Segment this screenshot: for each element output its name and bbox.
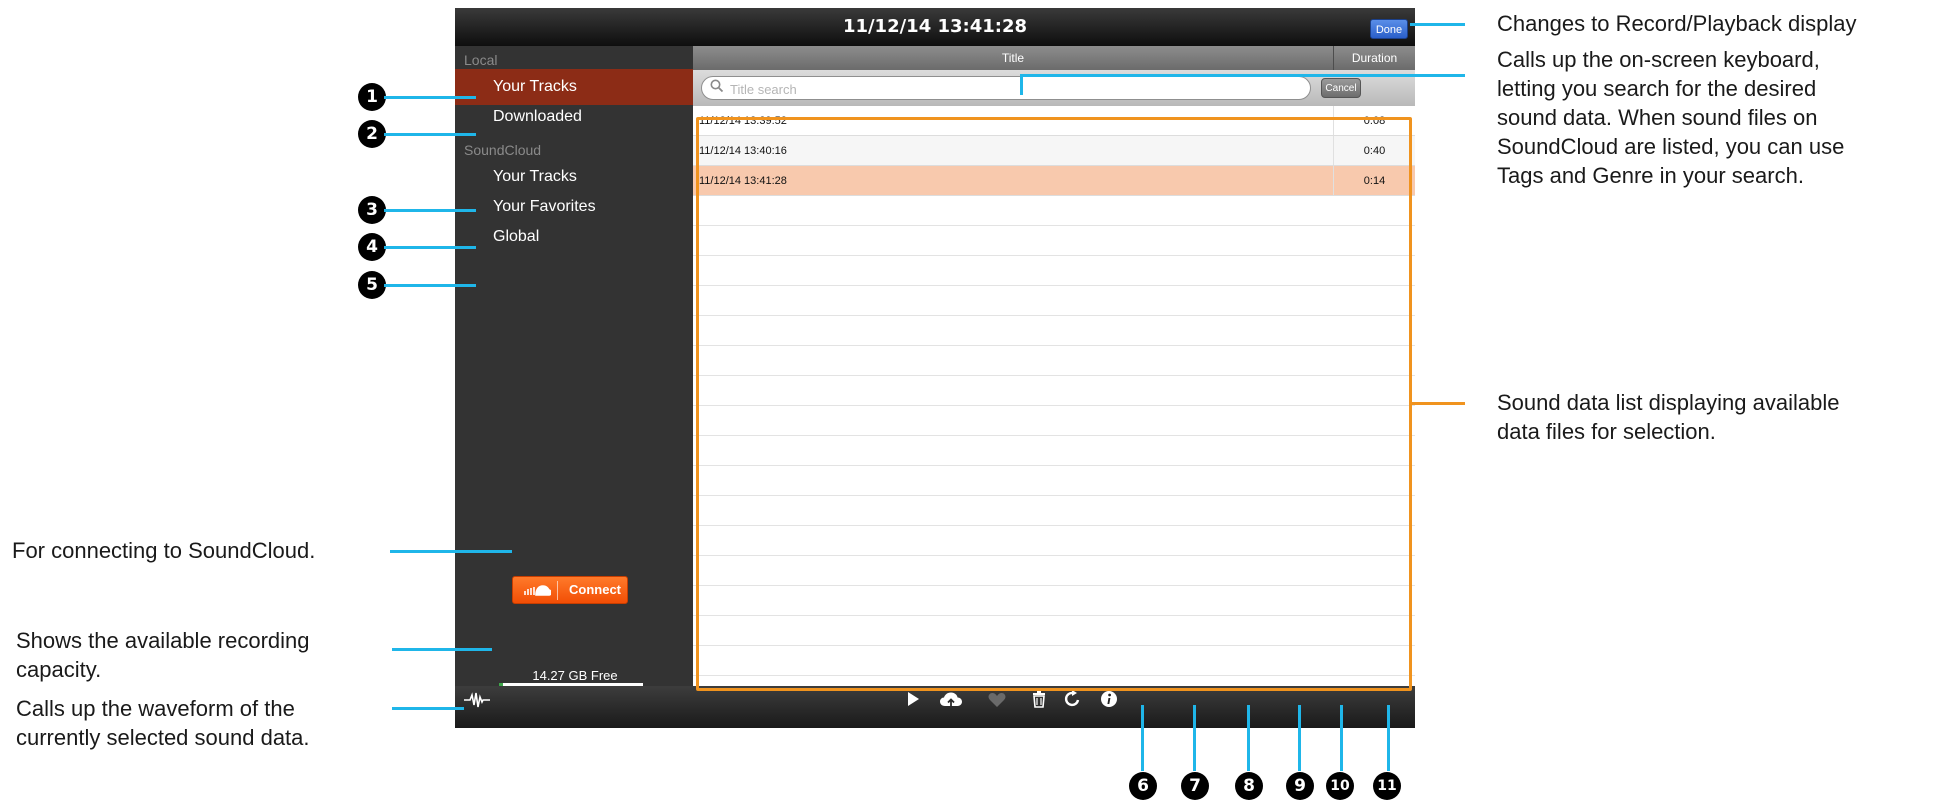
bottom-toolbar [455,686,1415,728]
list-highlight-frame [696,117,1412,691]
annotation-connect: For connecting to SoundCloud. [12,538,316,563]
callout-number-5: 5 [358,271,386,299]
annotation-search-line: letting you search for the desired [1497,76,1817,101]
waveform-icon[interactable] [463,690,491,714]
callout-number-6: 6 [1129,772,1157,800]
column-title[interactable]: Title [693,46,1333,70]
annotation-storage: Shows the available recording capacity. [16,626,396,684]
local-section-header: Local [464,52,498,68]
callout-line-7 [1193,705,1196,771]
sidebar-item-label: Your Favorites [493,198,596,215]
cancel-button[interactable]: Cancel [1321,78,1361,98]
callout-line-10 [1340,705,1343,771]
soundcloud-section-header: SoundCloud [464,142,542,158]
callout-line-done [1410,23,1465,26]
annotation-list: Sound data list displaying available dat… [1497,388,1947,446]
callout-number-3: 3 [358,196,386,224]
annotation-search: Calls up the on-screen keyboard, letting… [1497,45,1947,190]
sidebar-item-label: Your Tracks [493,168,577,185]
annotation-done: Changes to Record/Playback display [1497,11,1857,36]
soundcloud-icon [523,580,552,600]
refresh-icon[interactable] [1059,690,1087,714]
callout-number-2: 2 [358,120,386,148]
connect-label: Connect [569,582,621,597]
callout-line-storage [392,648,492,651]
annotation-storage-line: Shows the available recording [16,628,310,653]
storage-free-label: 14.27 GB Free [532,668,618,683]
callout-line-4 [384,246,476,249]
callout-line-connect [390,550,512,553]
callout-line-2 [384,133,476,136]
annotation-waveform: Calls up the waveform of the currently s… [16,694,396,752]
callout-line-6 [1141,705,1144,771]
annotation-search-line: sound data. When sound files on [1497,105,1818,130]
callout-line-list [1412,402,1465,405]
callout-number-1: 1 [358,83,386,111]
info-icon[interactable] [1095,690,1123,714]
callout-line-3 [384,209,476,212]
callout-line-search-vertical [1020,76,1023,95]
trash-icon[interactable] [1025,690,1053,714]
annotation-storage-line: capacity. [16,657,102,682]
search-box[interactable] [701,76,1311,100]
sidebar-item-label: Global [493,228,540,245]
sidebar-item-label: Your Tracks [493,78,577,95]
annotation-list-line: Sound data list displaying available [1497,390,1840,415]
sidebar-item-global[interactable]: Global [455,219,693,255]
sidebar-item-label: Downloaded [493,108,582,125]
soundcloud-connect-button[interactable]: Connect [512,576,628,604]
sidebar-item-downloaded[interactable]: Downloaded [455,99,693,135]
annotation-search-line: SoundCloud are listed, you can use [1497,134,1845,159]
cloud-upload-icon[interactable] [939,690,967,714]
callout-line-search [1020,74,1465,77]
callout-line-9 [1298,705,1301,771]
annotation-waveform-line: Calls up the waveform of the [16,696,295,721]
callout-number-9: 9 [1286,772,1314,800]
search-input[interactable] [728,79,1292,99]
search-icon [710,79,726,95]
annotation-waveform-line: currently selected sound data. [16,725,310,750]
title-bar: 11/12/14 13:41:28 Done [455,8,1415,46]
heart-icon[interactable] [983,690,1011,714]
callout-number-10: 10 [1326,772,1354,800]
callout-line-waveform [392,707,464,710]
annotation-search-line: Calls up the on-screen keyboard, [1497,47,1820,72]
callout-line-1 [384,96,476,99]
sidebar: Local Your Tracks Downloaded SoundCloud … [455,46,693,693]
callout-line-5 [384,284,476,287]
callout-line-8 [1247,705,1250,771]
annotation-search-line: Tags and Genre in your search. [1497,163,1804,188]
divider [557,581,558,600]
title-time: 11/12/14 13:41:28 [842,16,1028,37]
annotation-list-line: data files for selection. [1497,419,1716,444]
callout-number-7: 7 [1181,772,1209,800]
callout-number-4: 4 [358,233,386,261]
callout-number-8: 8 [1235,772,1263,800]
done-button[interactable]: Done [1370,19,1408,39]
column-header: Title Duration [693,46,1415,70]
play-icon[interactable] [899,690,927,714]
column-duration[interactable]: Duration [1333,46,1415,70]
callout-line-11 [1387,705,1390,771]
callout-number-11: 11 [1373,772,1401,800]
